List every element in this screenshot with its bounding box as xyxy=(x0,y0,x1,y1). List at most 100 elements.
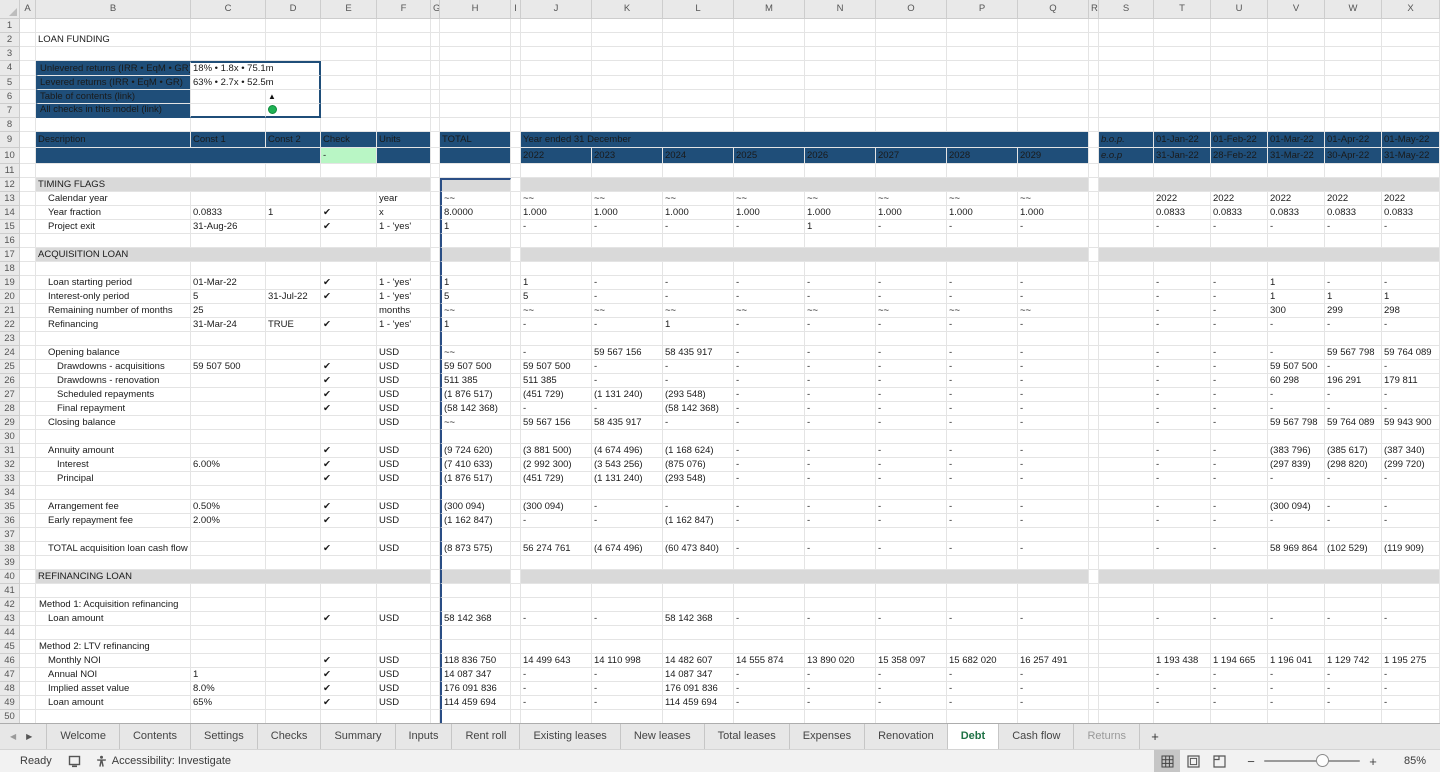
cell-H23[interactable] xyxy=(440,332,511,346)
cell-S29[interactable] xyxy=(1099,416,1154,430)
zoom-out-button[interactable]: − xyxy=(1246,754,1256,769)
cell-U46[interactable]: 1 194 665 xyxy=(1211,654,1268,668)
cell-I15[interactable] xyxy=(511,220,521,234)
cell-H10[interactable] xyxy=(440,148,511,164)
cell-D47[interactable] xyxy=(266,668,321,682)
cell-R21[interactable] xyxy=(1089,304,1099,318)
cell-I2[interactable] xyxy=(511,33,521,47)
cell-N10[interactable]: 2026 xyxy=(805,148,876,164)
cell-N8[interactable] xyxy=(805,118,876,132)
cell-N42[interactable] xyxy=(805,598,876,612)
cell-E13[interactable] xyxy=(321,192,377,206)
cell-I28[interactable] xyxy=(511,402,521,416)
cell-I10[interactable] xyxy=(511,148,521,164)
cell-R1[interactable] xyxy=(1089,19,1099,33)
cell-Q1[interactable] xyxy=(1018,19,1089,33)
cell-E44[interactable] xyxy=(321,626,377,640)
cell-W30[interactable] xyxy=(1325,430,1382,444)
cell-L23[interactable] xyxy=(663,332,734,346)
cell-P48[interactable]: - xyxy=(947,682,1018,696)
cell-A15[interactable] xyxy=(20,220,36,234)
cell-O15[interactable]: - xyxy=(876,220,947,234)
cell-U6[interactable] xyxy=(1211,90,1268,104)
cell-N21[interactable]: ~~ xyxy=(805,304,876,318)
cell-I27[interactable] xyxy=(511,388,521,402)
cell-S5[interactable] xyxy=(1099,76,1154,90)
cell-D3[interactable] xyxy=(266,47,321,61)
cell-C2[interactable] xyxy=(191,33,266,47)
cell-V35[interactable]: (300 094) xyxy=(1268,500,1325,514)
cell-Q13[interactable]: ~~ xyxy=(1018,192,1089,206)
cell-F31[interactable]: USD xyxy=(377,444,431,458)
cell-J7[interactable] xyxy=(521,104,592,118)
cell-V27[interactable]: - xyxy=(1268,388,1325,402)
cell-N37[interactable] xyxy=(805,528,876,542)
cell-Q7[interactable] xyxy=(1018,104,1089,118)
cell-V8[interactable] xyxy=(1268,118,1325,132)
cell-K38[interactable]: (4 674 496) xyxy=(592,542,663,556)
cell-N45[interactable] xyxy=(805,640,876,654)
cell-C34[interactable] xyxy=(191,486,266,500)
cell-S9[interactable]: b.o.p. xyxy=(1099,132,1154,148)
cell-N46[interactable]: 13 890 020 xyxy=(805,654,876,668)
col-header-D[interactable]: D xyxy=(266,0,321,19)
cell-P49[interactable]: - xyxy=(947,696,1018,710)
cell-M14[interactable]: 1.000 xyxy=(734,206,805,220)
cell-R39[interactable] xyxy=(1089,556,1099,570)
cell-L19[interactable]: - xyxy=(663,276,734,290)
cell-H20[interactable]: 5 xyxy=(440,290,511,304)
cell-E28[interactable]: ✔ xyxy=(321,402,377,416)
cell-M31[interactable]: - xyxy=(734,444,805,458)
col-header-H[interactable]: H xyxy=(440,0,511,19)
cell-F50[interactable] xyxy=(377,710,431,723)
cell-I11[interactable] xyxy=(511,164,521,178)
cell-V3[interactable] xyxy=(1268,47,1325,61)
col-header-N[interactable]: N xyxy=(805,0,876,19)
cell-H7[interactable] xyxy=(440,104,511,118)
cell-S22[interactable] xyxy=(1099,318,1154,332)
row-header-49[interactable]: 49 xyxy=(0,696,20,710)
cell-D49[interactable] xyxy=(266,696,321,710)
tab-renovation[interactable]: Renovation xyxy=(865,724,948,749)
cell-P24[interactable]: - xyxy=(947,346,1018,360)
cell-J24[interactable]: - xyxy=(521,346,592,360)
cell-E6[interactable] xyxy=(321,90,377,104)
cell-B40[interactable]: REFINANCING LOAN xyxy=(36,570,431,584)
cell-E34[interactable] xyxy=(321,486,377,500)
cell-W20[interactable]: 1 xyxy=(1325,290,1382,304)
cell-F48[interactable]: USD xyxy=(377,682,431,696)
cell-O26[interactable]: - xyxy=(876,374,947,388)
cell-I31[interactable] xyxy=(511,444,521,458)
cell-L11[interactable] xyxy=(663,164,734,178)
cell-R14[interactable] xyxy=(1089,206,1099,220)
cell-R36[interactable] xyxy=(1089,514,1099,528)
cell-P25[interactable]: - xyxy=(947,360,1018,374)
cell-S28[interactable] xyxy=(1099,402,1154,416)
cell-W36[interactable]: - xyxy=(1325,514,1382,528)
cell-C38[interactable] xyxy=(191,542,266,556)
cell-S26[interactable] xyxy=(1099,374,1154,388)
cell-L39[interactable] xyxy=(663,556,734,570)
cell-T9[interactable]: 01-Jan-22 xyxy=(1154,132,1211,148)
cell-I30[interactable] xyxy=(511,430,521,444)
cell-C5[interactable]: 63% • 2.7x • 52.5m xyxy=(191,76,321,90)
cell-T23[interactable] xyxy=(1154,332,1211,346)
cell-V43[interactable]: - xyxy=(1268,612,1325,626)
cell-U19[interactable]: - xyxy=(1211,276,1268,290)
cell-N35[interactable]: - xyxy=(805,500,876,514)
cell-S41[interactable] xyxy=(1099,584,1154,598)
cell-G17[interactable] xyxy=(431,248,440,262)
cell-B28[interactable]: Final repayment xyxy=(36,402,191,416)
cell-Q34[interactable] xyxy=(1018,486,1089,500)
zoom-slider[interactable] xyxy=(1264,760,1360,762)
cell-O14[interactable]: 1.000 xyxy=(876,206,947,220)
cell-G29[interactable] xyxy=(431,416,440,430)
cell-T28[interactable]: - xyxy=(1154,402,1211,416)
cell-B38[interactable]: TOTAL acquisition loan cash flow xyxy=(36,542,191,556)
cell-C6[interactable] xyxy=(191,90,266,104)
cell-Q38[interactable]: - xyxy=(1018,542,1089,556)
cell-I34[interactable] xyxy=(511,486,521,500)
cell-F32[interactable]: USD xyxy=(377,458,431,472)
cell-V5[interactable] xyxy=(1268,76,1325,90)
cell-D1[interactable] xyxy=(266,19,321,33)
